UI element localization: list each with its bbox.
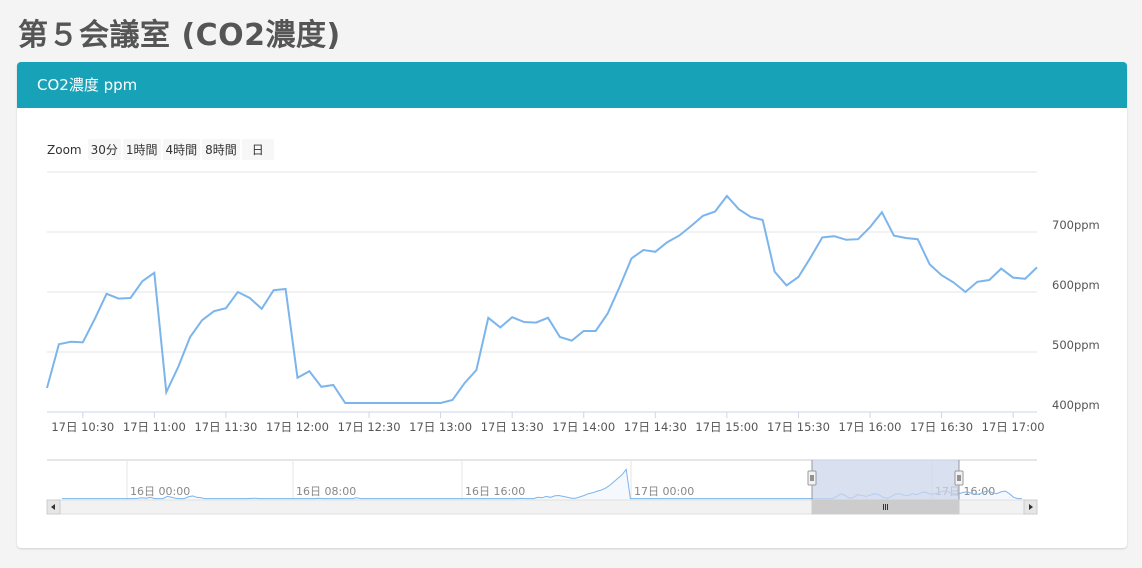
x-tick-label: 17日 14:30 <box>624 420 687 434</box>
navigator-tick-label: 16日 00:00 <box>130 485 190 498</box>
y-tick-label: 500ppm <box>1052 338 1100 352</box>
co2-line-chart: 400ppm 500ppm 600ppm 700ppm 17日 10:30 17日 11:… <box>46 171 1100 515</box>
page-title: 第５会議室 (CO2濃度) <box>18 18 341 53</box>
x-tick-label: 17日 13:00 <box>409 420 472 434</box>
x-tick-label: 17日 17:00 <box>982 420 1045 434</box>
x-tick-label: 17日 10:30 <box>51 420 114 434</box>
x-tick-label: 17日 13:30 <box>481 420 544 434</box>
y-tick-label: 700ppm <box>1052 218 1100 232</box>
x-tick-label: 17日 16:00 <box>839 420 902 434</box>
x-tick-label: 17日 11:00 <box>123 420 186 434</box>
x-tick-label: 17日 14:00 <box>552 420 615 434</box>
navigator-tick-label: 16日 16:00 <box>465 485 525 498</box>
navigator-tick-label: 17日 00:00 <box>634 485 694 498</box>
y-tick-label: 600ppm <box>1052 278 1100 292</box>
navigator-right-handle[interactable] <box>954 470 964 486</box>
x-tick-label: 17日 11:30 <box>194 420 257 434</box>
navigator-selection-mask <box>812 460 959 500</box>
co2-series-line <box>46 194 1038 404</box>
x-tick-label: 17日 15:30 <box>767 420 830 434</box>
x-tick-label: 17日 12:00 <box>266 420 329 434</box>
navigator-left-handle[interactable] <box>807 470 817 486</box>
x-tick-label: 17日 16:30 <box>910 420 973 434</box>
chart-panel: CO2濃度 ppm Zoom 30分 1時間 4時間 8時間 日 400ppm 5… <box>17 62 1127 548</box>
x-tick-label: 17日 12:30 <box>338 420 401 434</box>
y-tick-label: 400ppm <box>1052 398 1100 412</box>
navigator-tick-label: 16日 08:00 <box>296 485 356 498</box>
x-tick-label: 17日 15:00 <box>695 420 758 434</box>
